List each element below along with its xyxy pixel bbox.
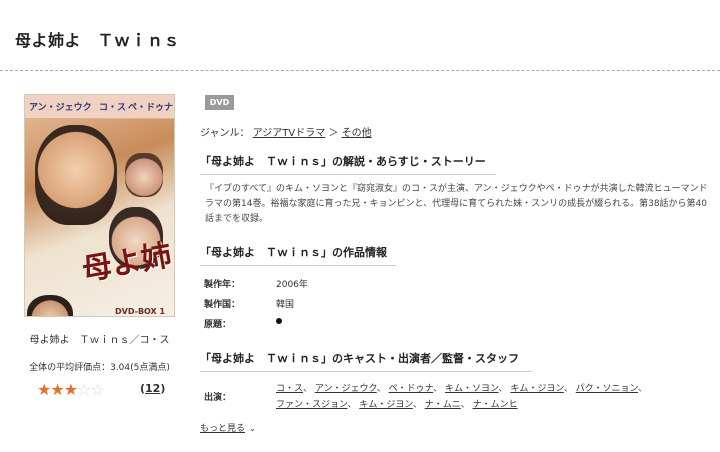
cast-link[interactable]: ナ・ムニ xyxy=(425,400,461,410)
genre-link-asian-tv-drama[interactable]: アジアTVドラマ xyxy=(253,128,326,139)
star-icon: ☆ xyxy=(90,380,104,399)
cast-link[interactable]: キム・ジヨン xyxy=(510,384,563,394)
cast-link[interactable]: アン・ジェウク xyxy=(315,384,377,394)
bullet-dot-icon xyxy=(276,318,282,324)
synopsis-heading: 「母よ姉よ Ｔｗｉｎｓ」の解説・あらすじ・ストーリー xyxy=(200,153,496,175)
review-count-link[interactable]: (12) xyxy=(140,382,165,395)
genre-link-other[interactable]: その他 xyxy=(342,128,372,139)
synopsis-text: 『イブのすべて』のキム・ソヨンと『窈窕淑女』のコ・スが主演、アン・ジェウクやペ・… xyxy=(205,184,708,224)
cover-portrait xyxy=(35,125,117,225)
genre-separator: ＞ xyxy=(328,128,339,139)
original-title-value xyxy=(276,317,282,327)
dvd-cover-image[interactable]: アン・ジェウク コ・ス ペ・ドゥナ 母よ姉よ DVD-BOX 1 xyxy=(24,94,175,317)
header-divider xyxy=(0,70,720,71)
star-icon: ★ xyxy=(37,380,51,399)
cast-link[interactable]: キム・ソヨン xyxy=(445,384,498,394)
star-icon: ★ xyxy=(63,380,78,399)
cover-box-label: DVD-BOX 1 xyxy=(115,307,166,316)
format-badge: DVD xyxy=(205,95,234,110)
cast-link[interactable]: ペ・ドゥナ xyxy=(389,384,434,394)
cover-cast-name: コ・ス xyxy=(99,103,127,113)
cast-link[interactable]: ファン・スジョン xyxy=(276,400,347,410)
cover-portrait xyxy=(27,295,73,316)
production-country-label: 製作国： xyxy=(204,300,241,310)
product-caption: 母よ姉よ Ｔｗｉｎｓ／コ・ス xyxy=(29,335,170,346)
star-icon: ★ xyxy=(50,380,64,399)
show-more-label: もっと見る xyxy=(200,424,246,434)
chevron-down-icon: ⌄ xyxy=(249,424,256,433)
cast-list: コ・ス、 アン・ジェウク、 ペ・ドゥナ、 キム・ソヨン、 キム・ジヨン、 パク・… xyxy=(276,384,648,410)
genre-label: ジャンル： xyxy=(200,128,250,139)
star-icon: ☆ xyxy=(77,380,91,399)
work-info-heading: 「母よ姉よ Ｔｗｉｎｓ」の作品情報 xyxy=(200,244,396,266)
cover-cast-band: アン・ジェウク コ・ス ペ・ドゥナ xyxy=(25,95,174,119)
genre-breadcrumb: ジャンル： アジアTVドラマ ＞ その他 xyxy=(200,124,372,139)
cover-cast-name: ペ・ドゥナ xyxy=(128,103,174,113)
show-more-link[interactable]: もっと見る ⌄ xyxy=(200,421,256,434)
review-count-close: ) xyxy=(160,382,166,395)
rating-stars: ★★★☆☆ xyxy=(37,380,105,399)
cast-staff-heading: 「母よ姉よ Ｔｗｉｎｓ」のキャスト・出演者／監督・スタッフ xyxy=(200,350,532,372)
page-title: 母よ姉よ Ｔｗｉｎｓ xyxy=(15,31,181,50)
production-year-value: 2006年 xyxy=(276,280,308,290)
average-rating-text: 全体の平均評価点：3.04(5点満点) xyxy=(29,363,170,373)
production-country-value: 韓国 xyxy=(276,300,295,310)
cast-link[interactable]: コ・ス xyxy=(276,384,303,394)
production-year-label: 製作年： xyxy=(204,280,241,290)
cast-link[interactable]: パク・ソニョン xyxy=(576,384,638,394)
cast-link[interactable]: キム・ジヨン xyxy=(359,400,412,410)
cover-portrait xyxy=(125,153,163,197)
cast-link[interactable]: ナ・ムンヒ xyxy=(473,400,518,410)
cover-cast-name: アン・ジェウク xyxy=(29,103,92,113)
review-count: 12 xyxy=(145,382,161,395)
original-title-label: 原題： xyxy=(204,320,232,330)
cast-label: 出演： xyxy=(204,393,232,403)
